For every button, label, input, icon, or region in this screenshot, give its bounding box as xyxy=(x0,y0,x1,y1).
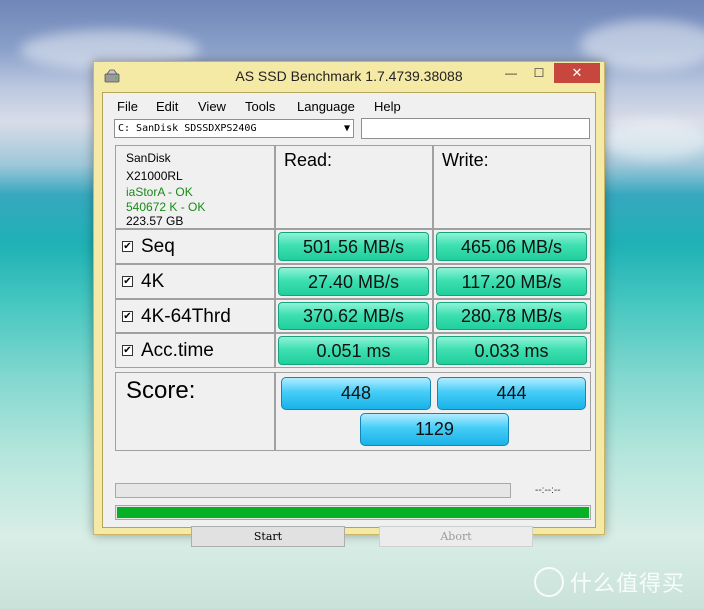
seq-write-value: 465.06 MB/s xyxy=(436,232,587,261)
maximize-button[interactable]: ☐ xyxy=(526,63,552,83)
menu-help[interactable]: Help xyxy=(374,99,401,114)
total-progress-bar xyxy=(115,505,591,520)
4k-64thrd-label: 4K-64Thrd xyxy=(141,306,231,327)
score-write-value: 444 xyxy=(437,377,586,410)
watermark-logo-icon xyxy=(534,567,564,597)
minimize-button[interactable]: — xyxy=(498,63,524,83)
drive-info-panel: SanDisk X21000RL iaStorA - OK 540672 K -… xyxy=(115,145,275,229)
test-row-4k-64thrd: ✔ 4K-64Thrd xyxy=(115,299,275,333)
seq-checkbox[interactable]: ✔ xyxy=(122,241,133,252)
score-total-value: 1129 xyxy=(360,413,509,446)
seq-label: Seq xyxy=(141,236,175,257)
results-grid: SanDisk X21000RL iaStorA - OK 540672 K -… xyxy=(115,145,591,451)
menu-language[interactable]: Language xyxy=(297,99,355,114)
4k-read-value: 27.40 MB/s xyxy=(278,267,429,296)
menu-edit[interactable]: Edit xyxy=(156,99,178,114)
abort-button[interactable]: Abort xyxy=(379,526,533,547)
watermark-text: 什么值得买 xyxy=(570,571,686,596)
acc-time-label: Acc.time xyxy=(141,340,214,361)
test-row-4k: ✔ 4K xyxy=(115,264,275,299)
4k-checkbox[interactable]: ✔ xyxy=(122,276,133,287)
score-label-cell: Score: xyxy=(115,372,275,451)
read-header-cell: Read: xyxy=(275,145,433,229)
menu-view[interactable]: View xyxy=(198,99,226,114)
test-row-acc-time: ✔ Acc.time xyxy=(115,333,275,368)
score-label: Score: xyxy=(126,377,196,404)
acc-time-write-value: 0.033 ms xyxy=(436,336,587,365)
4k-64thrd-write-value: 280.78 MB/s xyxy=(436,302,587,330)
driver-status: iaStorA - OK xyxy=(126,185,193,199)
cloud xyxy=(600,120,704,160)
4k-label: 4K xyxy=(141,271,165,292)
chevron-down-icon[interactable]: ▼ xyxy=(344,120,350,137)
menu-tools[interactable]: Tools xyxy=(245,99,275,114)
4k-write-value: 117.20 MB/s xyxy=(436,267,587,296)
drive-vendor: SanDisk xyxy=(126,151,171,165)
acc-time-checkbox[interactable]: ✔ xyxy=(122,345,133,356)
write-header-cell: Write: xyxy=(433,145,591,229)
drive-capacity: 223.57 GB xyxy=(126,214,184,228)
test-progress-bar xyxy=(115,483,511,498)
4k-64thrd-checkbox[interactable]: ✔ xyxy=(122,311,133,322)
menu-file[interactable]: File xyxy=(117,99,138,114)
read-header: Read: xyxy=(284,150,333,170)
test-row-seq: ✔ Seq xyxy=(115,229,275,264)
4k-64thrd-read-value: 370.62 MB/s xyxy=(278,302,429,330)
drive-select[interactable]: C: SanDisk SDSSDXPS240G ▼ xyxy=(114,119,354,138)
start-button[interactable]: Start xyxy=(191,526,345,547)
as-ssd-window: AS SSD Benchmark 1.7.4739.38088 — ☐ ✕ Fi… xyxy=(93,61,605,547)
close-button[interactable]: ✕ xyxy=(554,63,600,83)
seq-read-value: 501.56 MB/s xyxy=(278,232,429,261)
drive-select-value: C: SanDisk SDSSDXPS240G xyxy=(118,123,257,134)
drive-firmware: X21000RL xyxy=(126,169,183,183)
acc-time-read-value: 0.051 ms xyxy=(278,336,429,365)
score-read-value: 448 xyxy=(281,377,431,410)
alignment-status: 540672 K - OK xyxy=(126,200,206,214)
client-area: File Edit View Tools Language Help C: Sa… xyxy=(102,92,596,547)
write-header: Write: xyxy=(442,150,489,170)
title-bar[interactable]: AS SSD Benchmark 1.7.4739.38088 — ☐ ✕ xyxy=(94,62,604,92)
total-progress-fill xyxy=(117,507,589,518)
menu-bar: File Edit View Tools Language Help xyxy=(103,95,595,115)
elapsed-timer: --:--:-- xyxy=(535,485,561,496)
status-field[interactable] xyxy=(361,118,590,139)
